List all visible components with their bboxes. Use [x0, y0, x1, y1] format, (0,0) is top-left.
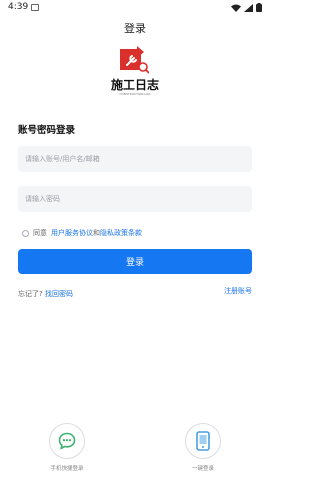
recover-password-link[interactable]: 找回密码 [45, 290, 73, 298]
phone-icon [196, 431, 210, 451]
notification-icon [31, 4, 39, 11]
logo-name: 施工日志 [110, 78, 159, 92]
register-link[interactable]: 注册账号 [224, 286, 252, 296]
password-field[interactable] [18, 186, 252, 212]
chat-bubble-icon [58, 432, 76, 450]
one-click-login-button[interactable] [185, 423, 221, 459]
login-method-title: 账号密码登录 [18, 125, 76, 136]
forgot-password-row: 忘记了? 找回密码 [18, 289, 73, 299]
wifi-icon [231, 4, 241, 12]
sms-login-label: 手机快捷登录 [50, 466, 84, 472]
one-click-login-option[interactable]: 一键登录 [173, 423, 233, 472]
terms-link[interactable]: 用户服务协议 [51, 228, 93, 238]
signal-icon [244, 3, 253, 12]
status-time: 4:39 [8, 2, 29, 12]
login-button[interactable]: 登录 [18, 249, 252, 274]
forgot-prefix: 忘记了? [18, 290, 43, 298]
agree-and: 和 [93, 229, 100, 237]
agree-prefix: 同意 [33, 229, 47, 237]
page-title: 登录 [124, 22, 146, 35]
sms-login-button[interactable] [49, 423, 85, 459]
status-bar: 4:39 [0, 0, 270, 16]
battery-icon [256, 3, 262, 12]
app-logo: 施工日志 CONSTRUCTION LOG [111, 46, 159, 104]
account-input[interactable] [18, 146, 252, 172]
wrench-logo-icon [120, 46, 149, 74]
one-click-login-label: 一键登录 [191, 466, 214, 472]
password-input[interactable] [18, 186, 252, 212]
account-field[interactable] [18, 146, 252, 172]
sms-login-option[interactable]: 手机快捷登录 [37, 423, 97, 472]
agreement-row: 同意 用户服务协议 和 隐私政策条款 [22, 228, 142, 238]
status-icons [231, 3, 262, 12]
logo-subtitle: CONSTRUCTION LOG [119, 92, 151, 96]
privacy-link[interactable]: 隐私政策条款 [100, 228, 142, 238]
agree-radio[interactable] [22, 229, 29, 237]
